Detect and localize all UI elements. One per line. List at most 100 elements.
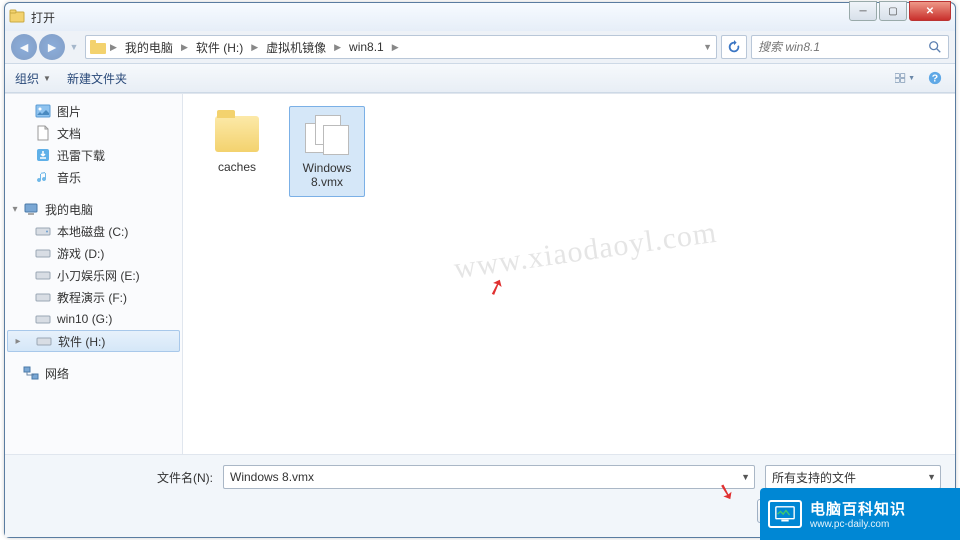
drive-label: 游戏 (D:) xyxy=(57,245,104,262)
badge-url: www.pc-daily.com xyxy=(810,519,906,530)
badge-logo-icon xyxy=(768,500,802,528)
music-icon xyxy=(35,169,51,185)
open-dialog-window: 打开 ─ ▢ ✕ ◄ ► ▼ ▶ 我的电脑 ▶ 软件 (H:) ▶ 虚拟机镜像 … xyxy=(4,2,956,538)
help-button[interactable]: ? xyxy=(925,69,945,87)
organize-label: 组织 xyxy=(15,70,39,87)
search-box[interactable] xyxy=(751,35,949,59)
drive-label: 本地磁盘 (C:) xyxy=(57,223,128,240)
drive-label: 软件 (H:) xyxy=(58,333,105,350)
minimize-button[interactable]: ─ xyxy=(849,1,877,21)
chevron-right-icon[interactable]: ▶ xyxy=(390,42,401,53)
filename-combo[interactable]: Windows 8.vmx ▼ xyxy=(223,465,755,489)
drive-label: win10 (G:) xyxy=(57,312,112,326)
sidebar-item-pictures[interactable]: 图片 xyxy=(5,100,182,122)
toolbar-right: ▼ ? xyxy=(895,69,945,87)
sidebar-computer: ▾ 我的电脑 本地磁盘 (C:) 游戏 (D:) 小刀娱乐网 (E:) xyxy=(5,198,182,352)
chevron-right-icon[interactable]: ▶ xyxy=(332,42,343,53)
sidebar-drive-f[interactable]: 教程演示 (F:) xyxy=(5,286,182,308)
chevron-right-icon[interactable]: ▶ xyxy=(179,42,190,53)
annotation-arrow-icon: ➚ xyxy=(483,272,509,303)
svg-text:?: ? xyxy=(932,73,938,85)
download-icon xyxy=(35,147,51,163)
drive-icon xyxy=(35,311,51,327)
file-label: Windows 8.vmx xyxy=(292,161,362,190)
pictures-icon xyxy=(35,103,51,119)
filename-row: 文件名(N): Windows 8.vmx ▼ 所有支持的文件 ▼ xyxy=(19,465,941,489)
sidebar-item-label: 图片 xyxy=(57,103,81,120)
sidebar-drive-c[interactable]: 本地磁盘 (C:) xyxy=(5,220,182,242)
chevron-down-icon: ▼ xyxy=(43,74,51,83)
window-controls: ─ ▢ ✕ xyxy=(849,1,951,21)
badge-title: 电脑百科知识 xyxy=(810,498,906,519)
sidebar-item-music[interactable]: 音乐 xyxy=(5,166,182,188)
sidebar-drive-e[interactable]: 小刀娱乐网 (E:) xyxy=(5,264,182,286)
chevron-down-icon: ▼ xyxy=(741,472,750,482)
chevron-right-icon[interactable]: ▶ xyxy=(108,42,119,53)
view-mode-button[interactable]: ▼ xyxy=(895,69,915,87)
new-folder-button[interactable]: 新建文件夹 xyxy=(67,70,127,87)
sidebar-item-label: 文档 xyxy=(57,125,81,142)
chevron-down-icon: ▼ xyxy=(927,472,936,482)
address-dropdown[interactable]: ▼ xyxy=(703,42,712,52)
back-button[interactable]: ◄ xyxy=(11,34,37,60)
address-breadcrumb[interactable]: ▶ 我的电脑 ▶ 软件 (H:) ▶ 虚拟机镜像 ▶ win8.1 ▶ ▼ xyxy=(85,35,717,59)
search-icon xyxy=(928,40,942,54)
folder-icon xyxy=(90,40,106,54)
search-input[interactable] xyxy=(758,40,928,54)
chevron-right-icon[interactable]: ▶ xyxy=(249,42,260,53)
sidebar-item-documents[interactable]: 文档 xyxy=(5,122,182,144)
crumb-folder1[interactable]: 虚拟机镜像 xyxy=(262,39,330,56)
new-folder-label: 新建文件夹 xyxy=(67,70,127,87)
network-icon xyxy=(23,365,39,381)
crumb-folder2[interactable]: win8.1 xyxy=(345,40,388,54)
crumb-drive[interactable]: 软件 (H:) xyxy=(192,39,247,56)
organize-menu[interactable]: 组织 ▼ xyxy=(15,70,51,87)
site-badge: 电脑百科知识 www.pc-daily.com xyxy=(760,488,960,540)
sidebar-drive-d[interactable]: 游戏 (D:) xyxy=(5,242,182,264)
sidebar-header-computer[interactable]: ▾ 我的电脑 xyxy=(5,198,182,220)
sidebar-libraries: 图片 文档 迅雷下载 音乐 xyxy=(5,100,182,188)
window-title: 打开 xyxy=(31,9,951,26)
maximize-button[interactable]: ▢ xyxy=(879,1,907,21)
forward-button[interactable]: ► xyxy=(39,34,65,60)
drive-label: 小刀娱乐网 (E:) xyxy=(57,267,140,284)
file-item-folder[interactable]: caches xyxy=(199,106,275,180)
file-grid: caches Windows 8.vmx xyxy=(199,106,939,197)
sidebar-drive-g[interactable]: win10 (G:) xyxy=(5,308,182,330)
tree-expand-icon[interactable]: ▸ xyxy=(12,335,24,347)
chevron-down-icon: ▼ xyxy=(908,75,915,82)
crumb-computer[interactable]: 我的电脑 xyxy=(121,39,177,56)
history-dropdown[interactable]: ▼ xyxy=(67,34,81,60)
sidebar-header-network[interactable]: 网络 xyxy=(5,362,182,384)
sidebar: 图片 文档 迅雷下载 音乐 ▾ 我的电 xyxy=(5,94,183,454)
drive-icon xyxy=(35,289,51,305)
refresh-button[interactable] xyxy=(721,35,747,59)
drive-icon xyxy=(36,333,52,349)
tree-collapse-icon[interactable]: ▾ xyxy=(9,203,21,215)
network-label: 网络 xyxy=(45,365,69,382)
filetype-filter[interactable]: 所有支持的文件 ▼ xyxy=(765,465,941,489)
filename-value: Windows 8.vmx xyxy=(230,470,314,484)
close-button[interactable]: ✕ xyxy=(909,1,951,21)
badge-text: 电脑百科知识 www.pc-daily.com xyxy=(810,498,906,530)
file-pane[interactable]: caches Windows 8.vmx www.xiaodaoyl.com ➚ xyxy=(183,94,955,454)
sidebar-network: 网络 xyxy=(5,362,182,384)
titlebar: 打开 ─ ▢ ✕ xyxy=(5,3,955,31)
watermark-text: www.xiaodaoyl.com xyxy=(452,216,719,287)
navigation-bar: ◄ ► ▼ ▶ 我的电脑 ▶ 软件 (H:) ▶ 虚拟机镜像 ▶ win8.1 … xyxy=(5,31,955,63)
folder-icon xyxy=(213,112,261,156)
drive-icon xyxy=(35,223,51,239)
file-item-vmx[interactable]: Windows 8.vmx xyxy=(289,106,365,197)
vmx-icon xyxy=(303,113,351,157)
filename-label: 文件名(N): xyxy=(19,469,213,486)
nav-arrows: ◄ ► ▼ xyxy=(11,34,81,60)
sidebar-drive-h[interactable]: ▸ 软件 (H:) xyxy=(7,330,180,352)
filter-value: 所有支持的文件 xyxy=(772,469,856,486)
drive-label: 教程演示 (F:) xyxy=(57,289,127,306)
file-label: caches xyxy=(218,160,256,174)
computer-icon xyxy=(23,201,39,217)
drive-icon xyxy=(35,267,51,283)
sidebar-item-download[interactable]: 迅雷下载 xyxy=(5,144,182,166)
sidebar-item-label: 迅雷下载 xyxy=(57,147,105,164)
documents-icon xyxy=(35,125,51,141)
